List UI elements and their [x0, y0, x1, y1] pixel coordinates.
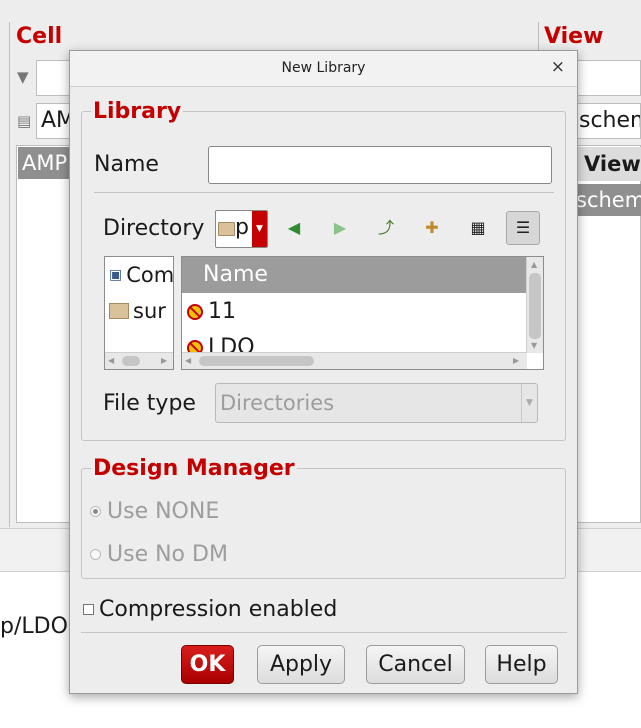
compression-checkbox[interactable]: Compression enabled	[83, 597, 337, 622]
divider	[81, 632, 567, 633]
place-item-folder[interactable]: sur	[109, 299, 166, 323]
directory-value: p	[235, 215, 249, 240]
back-icon[interactable]: ◀	[277, 211, 311, 245]
computer-icon: ▣	[109, 267, 123, 283]
checkbox-indicator[interactable]	[83, 604, 94, 615]
log-text: p/LDO.	[0, 614, 74, 639]
filter-icon: ▼	[17, 68, 29, 86]
no-access-icon	[187, 303, 203, 320]
file-type-select[interactable]: Directories ▼	[215, 383, 538, 423]
dialog-titlebar[interactable]: New Library ×	[70, 51, 577, 87]
library-name-input[interactable]	[208, 146, 552, 184]
forward-icon[interactable]: ▶	[323, 211, 357, 245]
files-column-header-name[interactable]: Name	[182, 257, 527, 293]
place-item-label: Com	[126, 263, 174, 287]
ok-button[interactable]: OK	[181, 645, 234, 684]
divider	[94, 192, 554, 193]
folder-icon	[109, 303, 129, 319]
design-manager-legend: Design Manager	[93, 456, 295, 481]
scroll-thumb[interactable]	[199, 356, 314, 366]
file-type-label: File type	[103, 391, 196, 416]
panel-divider	[9, 22, 10, 527]
radio-indicator[interactable]	[90, 549, 101, 560]
parent-folder-icon[interactable]: ⤴	[369, 211, 403, 245]
scroll-down-icon[interactable]: ▼	[531, 341, 537, 350]
places-hscrollbar[interactable]: ◀ ▶	[105, 352, 173, 369]
dialog-title: New Library	[281, 60, 366, 76]
directory-combobox[interactable]: p ▼	[215, 210, 268, 248]
scroll-right-icon[interactable]: ▶	[513, 356, 519, 365]
scroll-right-icon[interactable]: ▶	[161, 356, 167, 365]
view-filter-input[interactable]	[574, 60, 641, 96]
apply-button[interactable]: Apply	[257, 645, 345, 684]
close-icon[interactable]: ×	[551, 57, 565, 77]
help-button[interactable]: Help	[485, 645, 558, 684]
cell-list[interactable]	[16, 145, 76, 523]
view-name-input[interactable]: schem	[574, 103, 641, 139]
files-vscrollbar[interactable]: ▲ ▼	[526, 257, 543, 353]
file-row-label: 11	[208, 299, 236, 324]
new-folder-icon[interactable]: ✚	[415, 211, 449, 245]
scroll-thumb[interactable]	[122, 356, 140, 366]
view-list-header[interactable]: View	[576, 147, 641, 181]
cancel-button[interactable]: Cancel	[366, 645, 465, 684]
place-item-label: sur	[133, 299, 166, 323]
view-list-selected-item[interactable]: schem	[576, 184, 641, 216]
cell-icon: ▤	[17, 112, 32, 130]
checkbox-label: Compression enabled	[99, 597, 338, 622]
name-label: Name	[94, 152, 159, 177]
directory-label: Directory	[103, 216, 205, 241]
radio-use-none[interactable]: Use NONE	[90, 499, 219, 524]
place-item-computer[interactable]: ▣ Com	[109, 263, 174, 287]
scroll-left-icon[interactable]: ◀	[185, 356, 191, 365]
cell-column-header: Cell	[16, 24, 63, 49]
files-panel[interactable]: Name 11 LDO ▲ ▼ ◀ ▶	[181, 256, 544, 370]
file-row[interactable]: 11	[187, 299, 236, 324]
files-hscrollbar[interactable]: ◀ ▶	[182, 352, 527, 369]
chevron-down-icon[interactable]: ▼	[521, 384, 537, 422]
scroll-left-icon[interactable]: ◀	[108, 356, 114, 365]
list-view-icon[interactable]: ☰	[506, 211, 540, 245]
file-type-value: Directories	[220, 391, 335, 415]
chevron-down-icon[interactable]: ▼	[252, 211, 267, 247]
library-legend: Library	[93, 99, 182, 124]
folder-icon	[218, 222, 235, 236]
scroll-up-icon[interactable]: ▲	[531, 260, 537, 269]
icon-view-icon[interactable]: ▦	[461, 211, 495, 245]
radio-indicator[interactable]	[90, 506, 101, 517]
radio-use-no-dm[interactable]: Use No DM	[90, 542, 228, 567]
radio-label: Use No DM	[107, 542, 228, 567]
radio-label: Use NONE	[107, 499, 220, 524]
new-library-dialog: New Library × Library Name Directory p ▼…	[69, 50, 578, 694]
places-panel[interactable]: ▣ Com sur ◀ ▶	[104, 256, 174, 370]
view-column-header: View	[544, 24, 604, 49]
scroll-thumb[interactable]	[529, 273, 541, 339]
